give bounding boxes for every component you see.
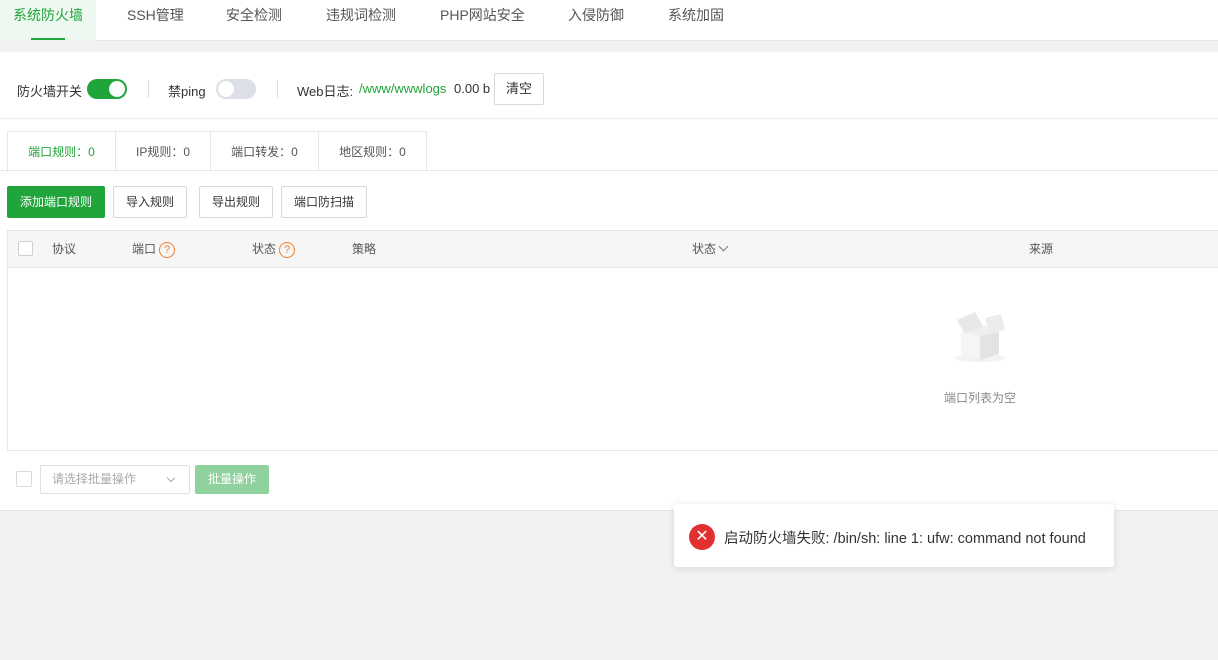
tab-ssh-management[interactable]: SSH管理 [114, 0, 197, 41]
chevron-down-icon [166, 473, 176, 483]
toast-message: 启动防火墙失败: /bin/sh: line 1: ufw: command n… [724, 531, 1086, 547]
help-icon[interactable]: ? [279, 241, 296, 258]
col-protocol: 协议 [52, 242, 77, 256]
firewall-toggle[interactable] [87, 79, 127, 99]
divider [148, 80, 149, 98]
weblog-label: Web日志: [297, 84, 354, 99]
firewall-panel: 防火墙开关 禁ping Web日志: /www/wwwlogs 0.00 b 清… [0, 52, 1218, 511]
col-port-label: 端口 [132, 242, 157, 256]
toggle-knob [109, 81, 125, 97]
chevron-down-icon [718, 241, 729, 252]
help-icon[interactable]: ? [159, 241, 176, 258]
batch-action-select[interactable]: 请选择批量操作 [40, 465, 190, 494]
empty-box-icon [954, 312, 1006, 362]
tab-php-security[interactable]: PHP网站安全 [427, 0, 538, 41]
weblog-path-link[interactable]: /www/wwwlogs [359, 81, 446, 96]
port-rules-table: 协议 端口? 状态? 策略 状态 来源 [7, 230, 1218, 451]
error-icon: ✕ [689, 524, 715, 550]
select-all-checkbox[interactable] [18, 241, 33, 256]
add-port-rule-button[interactable]: 添加端口规则 [7, 186, 105, 218]
toggle-knob [218, 81, 234, 97]
tab-port-rules[interactable]: 端口规则：0 [7, 131, 116, 172]
tab-system-firewall[interactable]: 系统防火墙 [0, 0, 96, 41]
clear-logs-button[interactable]: 清空 [494, 73, 544, 105]
col-policy: 策略 [352, 242, 377, 256]
select-placeholder: 请选择批量操作 [52, 472, 137, 486]
col-status-label: 状态 [252, 242, 277, 256]
col-port: 端口? [132, 231, 176, 267]
tab-security-check[interactable]: 安全检测 [213, 0, 295, 41]
tab-ip-rules[interactable]: IP规则：0 [115, 131, 211, 171]
error-toast: ✕ 启动防火墙失败: /bin/sh: line 1: ufw: command… [674, 504, 1114, 567]
tab-system-hardening[interactable]: 系统加固 [655, 0, 737, 41]
tab-region-rules[interactable]: 地区规则：0 [318, 131, 427, 171]
empty-state-text: 端口列表为空 [944, 391, 1017, 405]
import-rules-button[interactable]: 导入规则 [113, 186, 187, 218]
col-status-sort[interactable]: 状态 [692, 231, 729, 267]
col-source: 来源 [1029, 242, 1054, 256]
export-rules-button[interactable]: 导出规则 [199, 186, 273, 218]
batch-action-button[interactable]: 批量操作 [195, 465, 269, 494]
tab-forbidden-words[interactable]: 违规词检测 [313, 0, 409, 41]
divider [277, 80, 278, 98]
firewall-toolbar: 防火墙开关 禁ping Web日志: /www/wwwlogs 0.00 b 清… [0, 52, 1218, 119]
tabs-underline [0, 170, 1218, 171]
ping-switch-label: 禁ping [168, 84, 206, 99]
weblog-size: 0.00 b [454, 81, 491, 96]
tab-intrusion-defense[interactable]: 入侵防御 [555, 0, 637, 41]
col-status2-label: 状态 [692, 242, 717, 256]
footer-select-checkbox[interactable] [16, 471, 32, 487]
col-status: 状态? [252, 231, 296, 267]
table-header: 协议 端口? 状态? 策略 状态 来源 [8, 231, 1218, 268]
top-nav: 系统防火墙 SSH管理 安全检测 违规词检测 PHP网站安全 入侵防御 系统加固 [0, 0, 1218, 41]
port-scan-protection-button[interactable]: 端口防扫描 [281, 186, 367, 218]
firewall-switch-label: 防火墙开关 [17, 84, 83, 99]
tab-port-forward[interactable]: 端口转发：0 [210, 131, 319, 171]
ping-toggle[interactable] [216, 79, 256, 99]
